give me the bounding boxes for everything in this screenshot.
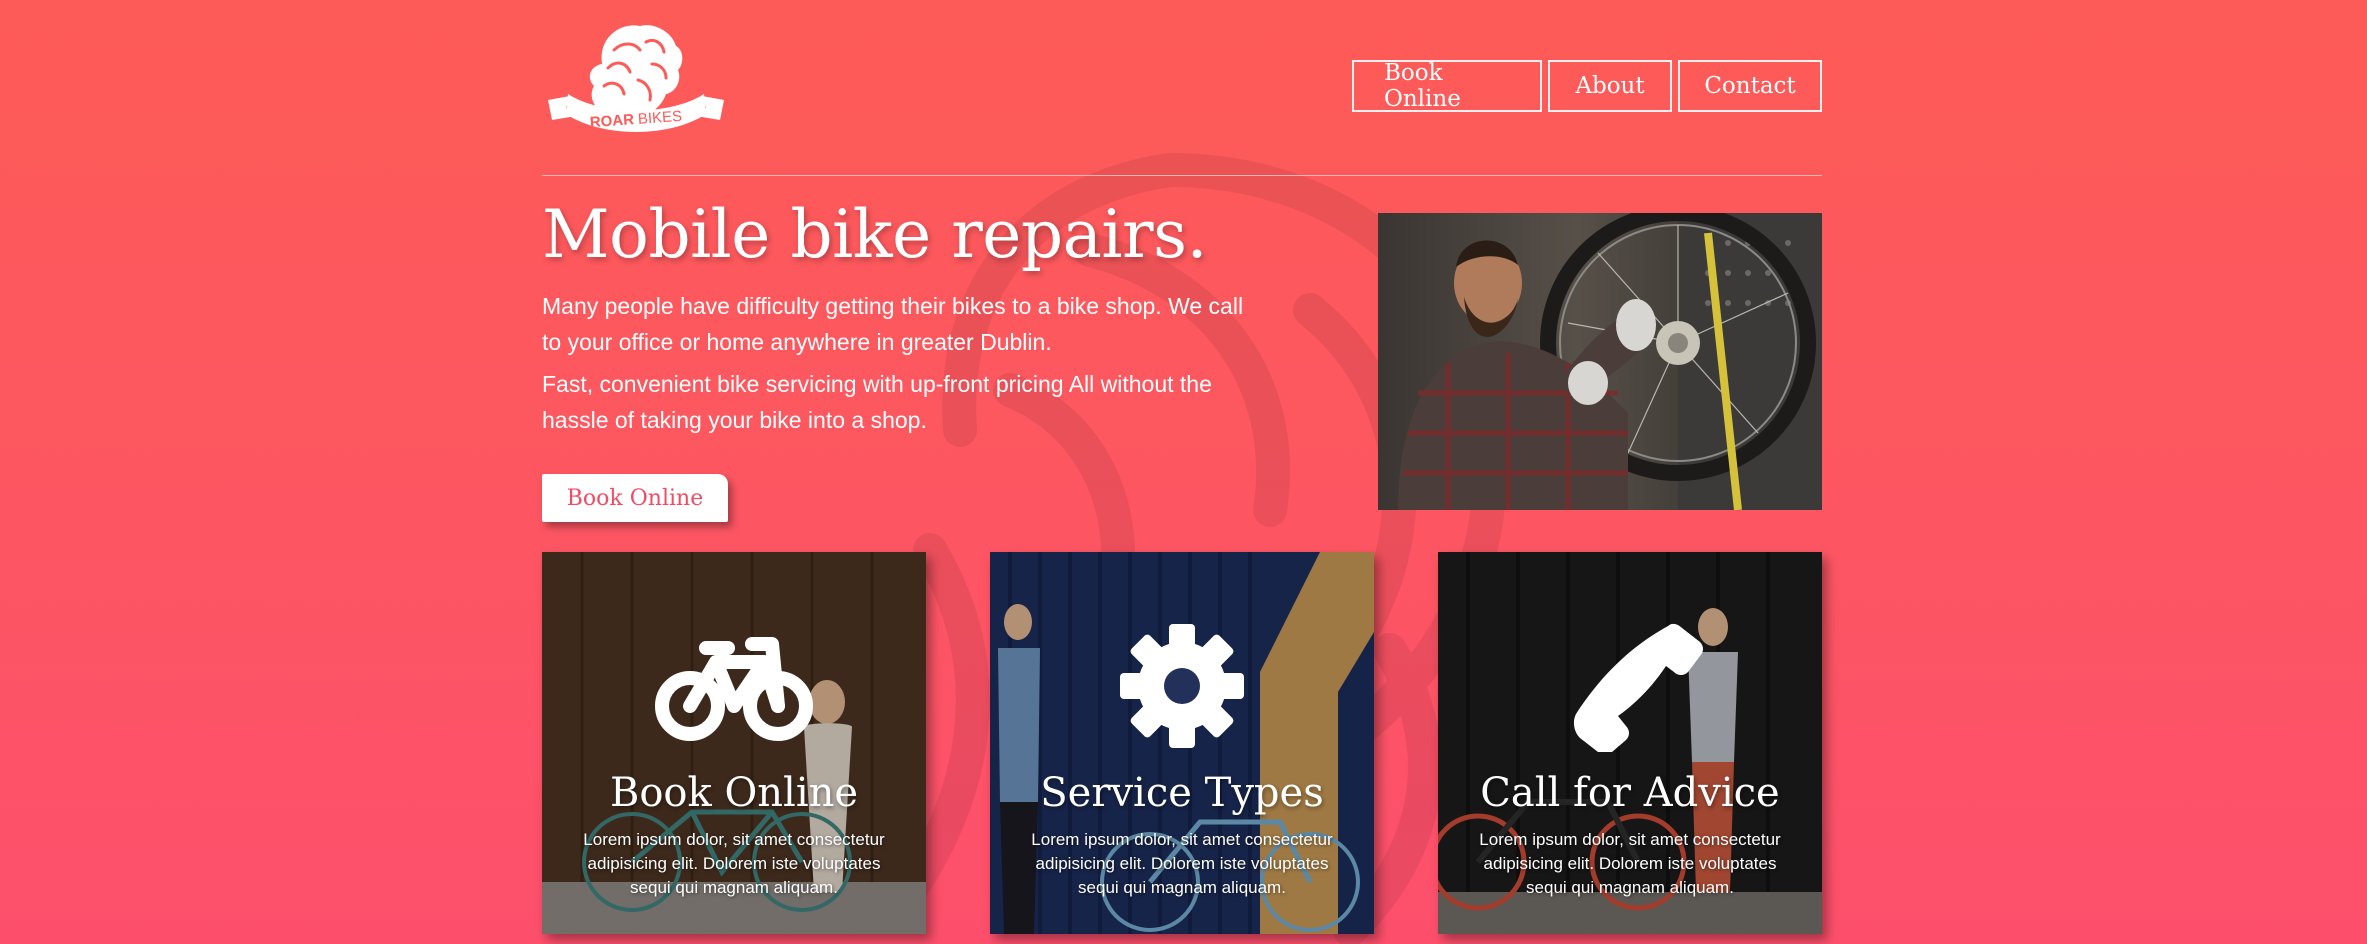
gear-icon (1120, 624, 1244, 748)
header-divider (542, 175, 1822, 176)
hero-paragraph-1: Many people have difficulty getting thei… (542, 293, 1244, 355)
nav-book-online-button[interactable]: Book Online (1352, 60, 1542, 112)
card-call-for-advice[interactable]: Call for Advice Lorem ipsum dolor, sit a… (1438, 552, 1822, 934)
hero-title: Mobile bike repairs. (542, 196, 1207, 273)
mechanic-photo (1378, 213, 1822, 510)
card-text: Lorem ipsum dolor, sit amet consectetur … (1479, 830, 1781, 897)
card-title: Call for Advice (1480, 770, 1780, 816)
phone-icon (1573, 623, 1703, 752)
card-text: Lorem ipsum dolor, sit amet consectetur … (583, 830, 885, 897)
page-container: ROAR BIKES Book Online About Contact Mobi… (542, 0, 1822, 944)
card-text: Lorem ipsum dolor, sit amet consectetur … (1031, 830, 1333, 897)
roar-bikes-logo[interactable]: ROAR BIKES (542, 20, 730, 148)
hero-book-online-button[interactable]: Book Online (542, 474, 728, 522)
card-book-online[interactable]: Book Online Lorem ipsum dolor, sit amet … (542, 552, 926, 934)
bicycle-icon (655, 637, 813, 741)
nav-contact-button[interactable]: Contact (1678, 60, 1822, 112)
nav-about-button[interactable]: About (1548, 60, 1672, 112)
hero-paragraph-2: Fast, convenient bike servicing with up-… (542, 371, 1212, 433)
card-title: Book Online (609, 770, 859, 816)
card-title: Service Types (1040, 770, 1324, 816)
main-nav: Book Online About Contact (1352, 60, 1822, 112)
card-service-types[interactable]: Service Types Lorem ipsum dolor, sit ame… (990, 552, 1374, 934)
